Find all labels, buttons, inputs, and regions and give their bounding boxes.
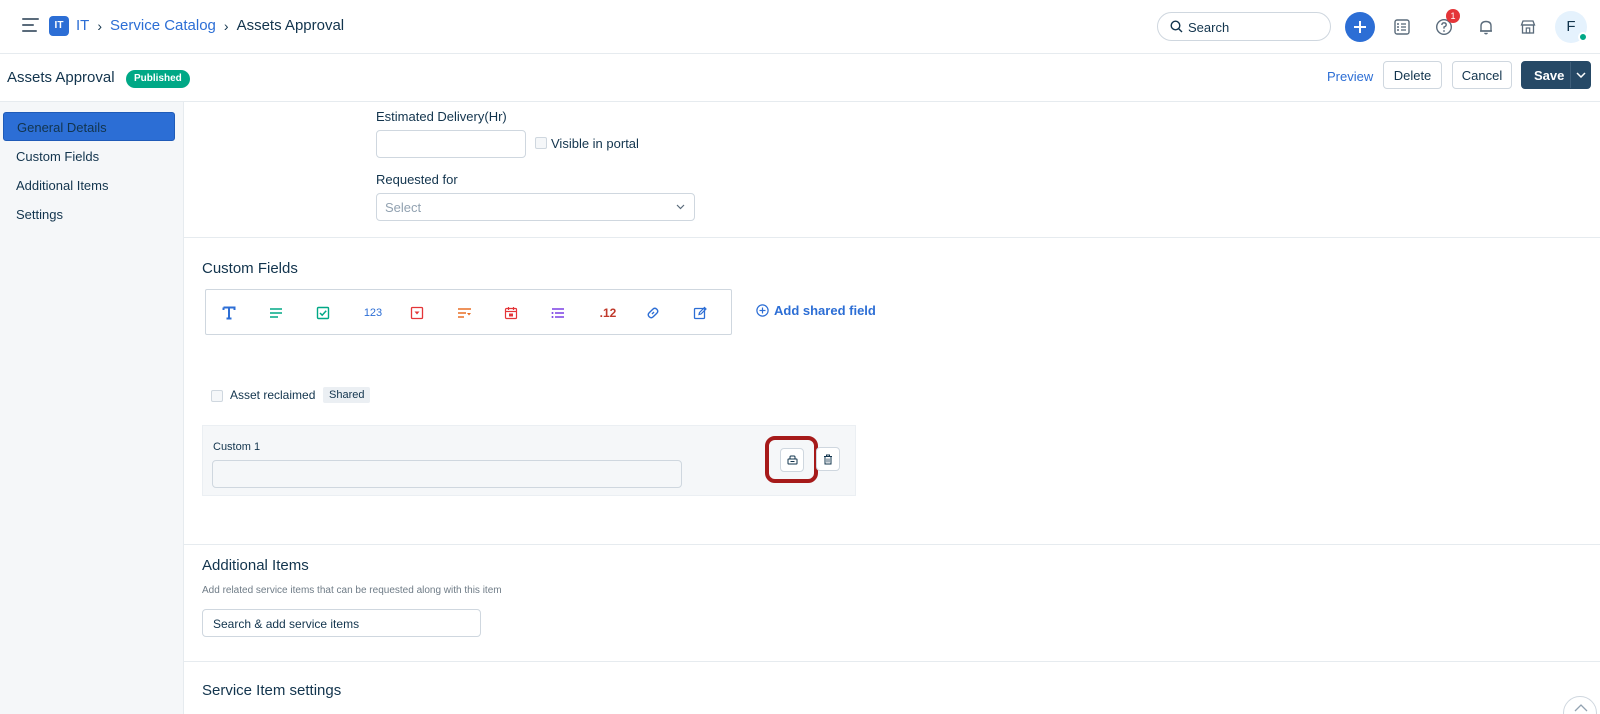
service-items-search[interactable] [202,609,481,637]
plus-circle-icon [756,304,769,317]
add-shared-field-link[interactable]: Add shared field [756,303,876,318]
dependent-field-icon [551,308,564,318]
checkbox-field-tool[interactable] [312,302,334,324]
field-type-toolbar: 123 .12 [205,289,732,335]
additional-items-description: Add related service items that can be re… [202,585,502,596]
clipboard-list-icon [1394,19,1410,35]
new-button[interactable] [1345,12,1375,42]
highlight-annotation [765,436,818,483]
scroll-to-top-button[interactable] [1563,696,1597,714]
search-input[interactable] [1188,17,1318,37]
status-badge: Published [126,70,190,88]
date-field-tool[interactable] [500,302,522,324]
marketplace-button[interactable] [1513,12,1543,42]
online-status-dot [1578,32,1588,42]
link-field-tool[interactable] [642,302,664,324]
requested-for-label: Requested for [376,172,458,187]
number-icon: 123 [363,307,383,319]
workspace-badge[interactable]: IT [49,16,69,36]
custom-field-card[interactable]: Custom 1 [202,425,856,496]
section-divider [184,544,1600,545]
paragraph-field-tool[interactable] [265,302,287,324]
visible-in-portal-label: Visible in portal [551,136,639,151]
section-divider [184,661,1600,662]
breadcrumb-current: Assets Approval [236,17,345,34]
decimal-icon: .12 [599,306,617,320]
requested-for-value: Select [385,200,422,215]
sidebar-item-custom-fields[interactable]: Custom Fields [3,142,175,171]
asset-reclaimed-checkbox[interactable] [211,390,223,402]
breadcrumb: IT › Service Catalog › Assets Approval [76,17,344,34]
dependent-field-tool[interactable] [547,302,569,324]
sidebar-item-general-details[interactable]: General Details [3,112,175,141]
help-badge: 1 [1446,9,1460,23]
custom-fields-title: Custom Fields [202,260,298,277]
link-icon [647,307,659,319]
text-field-tool[interactable] [218,302,240,324]
delete-button[interactable]: Delete [1383,61,1442,89]
notifications-button[interactable] [1471,12,1501,42]
search-icon [1170,20,1183,33]
estimated-delivery-label: Estimated Delivery(Hr) [376,109,507,124]
multi-select-field-tool[interactable] [453,302,475,324]
edit-field-icon [693,306,707,320]
service-item-settings-title: Service Item settings [202,682,342,699]
additional-items-title: Additional Items [202,557,309,574]
dropdown-field-tool[interactable] [406,302,428,324]
sidebar-item-settings[interactable]: Settings [3,200,175,229]
section-sidebar: General Details Custom Fields Additional… [0,102,184,714]
multi-select-icon [457,308,471,318]
add-shared-field-label: Add shared field [774,303,876,318]
chevron-down-icon [1575,72,1586,78]
save-button[interactable]: Save [1521,61,1591,89]
date-icon [504,307,518,320]
chevron-right-icon: › [223,17,229,34]
breadcrumb-it[interactable]: IT [76,17,89,34]
edit-field-tool[interactable] [689,302,711,324]
estimated-delivery-input[interactable] [376,130,526,158]
trash-icon [824,454,832,464]
paragraph-icon [270,308,282,318]
delete-field-button[interactable] [816,447,840,471]
asset-reclaimed-label: Asset reclaimed [230,388,316,402]
chevron-down-icon [676,204,685,210]
cancel-button[interactable]: Cancel [1452,61,1512,89]
number-field-tool[interactable]: 123 [357,302,389,324]
shared-tag: Shared [323,387,371,403]
decimal-field-tool[interactable]: .12 [594,302,622,324]
custom1-input[interactable] [212,460,682,488]
text-icon [222,306,236,320]
requests-button[interactable] [1387,12,1417,42]
plus-icon [1354,21,1366,33]
top-bar: IT IT › Service Catalog › Assets Approva… [0,0,1600,54]
bell-icon [1480,20,1492,35]
service-items-search-input[interactable] [213,615,463,633]
preview-link[interactable]: Preview [1327,69,1373,84]
sidebar-item-additional-items[interactable]: Additional Items [3,171,175,200]
save-button-label: Save [1534,67,1565,83]
page-title: Assets Approval [7,69,115,86]
requested-for-select[interactable]: Select [376,193,695,221]
dropdown-icon [410,306,424,320]
checkbox-icon [316,306,330,320]
breadcrumb-service-catalog[interactable]: Service Catalog [110,17,216,34]
global-search[interactable] [1157,12,1331,41]
menu-icon[interactable] [22,18,39,32]
page-header: Assets Approval Published Preview Delete… [0,55,1600,102]
store-icon [1520,20,1536,34]
chevron-right-icon: › [97,17,103,34]
custom1-label: Custom 1 [213,441,261,453]
chevron-up-icon [1574,704,1588,712]
section-divider [184,237,1600,238]
save-options-toggle[interactable] [1570,62,1590,88]
visible-in-portal-checkbox[interactable] [535,137,547,149]
